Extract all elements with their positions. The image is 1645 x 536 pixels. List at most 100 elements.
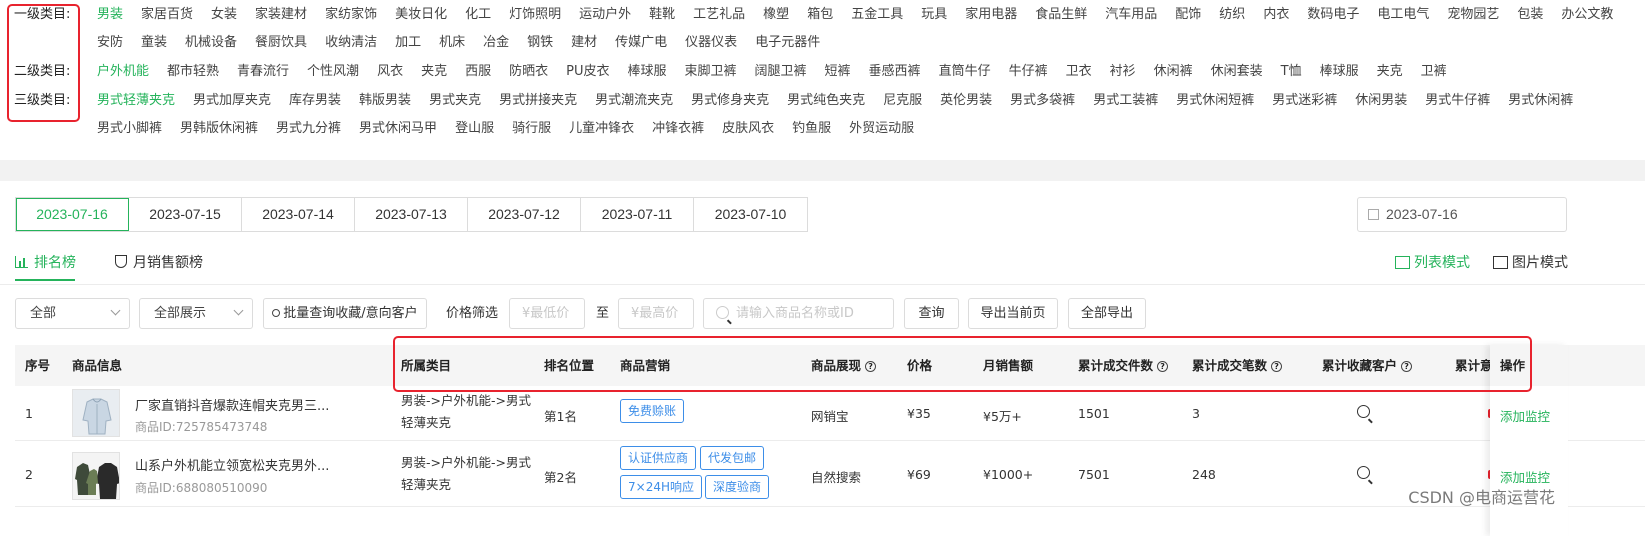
level3-category-item[interactable]: 冲锋衣裤 [652,115,704,143]
level1-category-item[interactable]: 食品生鲜 [1035,1,1087,29]
level1-category-item[interactable]: 电子元器件 [755,29,820,57]
product-name[interactable]: 厂家直销抖音爆款连帽夹克男三... [135,395,329,414]
batch-query-button[interactable]: 批量查询收藏/意向客户 [263,298,427,329]
level2-category-item[interactable]: 户外机能 [97,58,149,86]
level3-category-item[interactable]: 尼克服 [883,87,922,115]
level3-category-item[interactable]: 男式休闲裤 [1508,87,1573,115]
level3-category-item[interactable]: 英伦男装 [940,87,992,115]
tab-ranking[interactable]: 排名榜 [15,252,76,274]
level2-category-item[interactable]: T恤 [1281,58,1302,86]
level1-category-item[interactable]: 收纳清洁 [325,29,377,57]
tab-monthly-sales[interactable]: 月销售额榜 [115,252,203,274]
export-page-button[interactable]: 导出当前页 [968,298,1058,329]
level2-category-item[interactable]: 卫裤 [1421,58,1447,86]
level1-category-item[interactable]: 传媒广电 [615,29,667,57]
level1-category-item[interactable]: 女装 [211,1,237,29]
level1-category-item[interactable]: 玩具 [921,1,947,29]
level2-category-item[interactable]: 都市轻熟 [167,58,219,86]
level3-category-item[interactable]: 男式夹克 [429,87,481,115]
level3-category-item[interactable]: 男式小脚裤 [97,115,162,143]
level1-category-item[interactable]: 内衣 [1263,1,1289,29]
level1-category-item[interactable]: 机械设备 [185,29,237,57]
status-select[interactable]: 全部 [15,298,130,329]
level2-category-item[interactable]: 夹克 [1377,58,1403,86]
level3-category-item[interactable]: 男式休闲短裤 [1176,87,1254,115]
date-tab[interactable]: 2023-07-16 [16,198,129,231]
date-tab[interactable]: 2023-07-12 [468,198,581,231]
level1-category-item[interactable]: 化工 [465,1,491,29]
level1-category-item[interactable]: 汽车用品 [1105,1,1157,29]
level3-category-item[interactable]: 男式工装裤 [1093,87,1158,115]
level3-category-item[interactable]: 男式修身夹克 [691,87,769,115]
level3-category-item[interactable]: 韩版男装 [359,87,411,115]
level3-category-item[interactable]: 钓鱼服 [792,115,831,143]
date-tab[interactable]: 2023-07-14 [242,198,355,231]
level1-category-item[interactable]: 机床 [439,29,465,57]
date-tab[interactable]: 2023-07-11 [581,198,694,231]
level1-category-item[interactable]: 橡塑 [763,1,789,29]
picture-mode-button[interactable]: 图片模式 [1493,252,1568,274]
level2-category-item[interactable]: 青春流行 [237,58,289,86]
level3-category-item[interactable]: 皮肤风衣 [722,115,774,143]
level3-category-item[interactable]: 骑行服 [512,115,551,143]
level1-category-item[interactable]: 男装 [97,1,123,29]
level1-category-item[interactable]: 纺织 [1219,1,1245,29]
level2-category-item[interactable]: 风衣 [377,58,403,86]
level2-category-item[interactable]: 垂感西裤 [869,58,921,86]
level1-category-item[interactable]: 仪器仪表 [685,29,737,57]
level1-category-item[interactable]: 鞋靴 [649,1,675,29]
list-mode-button[interactable]: 列表模式 [1395,252,1470,274]
level2-category-item[interactable]: 个性风潮 [307,58,359,86]
level1-category-item[interactable]: 灯饰照明 [509,1,561,29]
level3-category-item[interactable]: 男式轻薄夹克 [97,87,175,115]
level1-category-item[interactable]: 工艺礼品 [693,1,745,29]
display-select[interactable]: 全部展示 [139,298,253,329]
level1-category-item[interactable]: 加工 [395,29,421,57]
query-button[interactable]: 查询 [904,298,959,329]
level1-category-item[interactable]: 配饰 [1175,1,1201,29]
level3-category-item[interactable]: 男式迷彩裤 [1272,87,1337,115]
level3-category-item[interactable]: 登山服 [455,115,494,143]
level2-category-item[interactable]: 束脚卫裤 [685,58,737,86]
level1-category-item[interactable]: 美妆日化 [395,1,447,29]
level2-category-item[interactable]: 棒球服 [627,58,666,86]
search-icon[interactable] [1357,405,1370,418]
level3-category-item[interactable]: 休闲男装 [1355,87,1407,115]
min-price-input[interactable]: ¥最低价 [509,298,585,329]
level1-category-item[interactable]: 餐厨饮具 [255,29,307,57]
date-tab[interactable]: 2023-07-10 [694,198,807,231]
level3-category-item[interactable]: 外贸运动服 [849,115,914,143]
add-monitor-link[interactable]: 添加监控 [1500,406,1550,425]
level3-category-item[interactable]: 男式休闲马甲 [359,115,437,143]
level1-category-item[interactable]: 家用电器 [965,1,1017,29]
level2-category-item[interactable]: 西服 [465,58,491,86]
product-thumbnail[interactable] [72,452,120,500]
search-icon[interactable] [1357,466,1370,479]
level1-category-item[interactable]: 建材 [571,29,597,57]
level3-category-item[interactable]: 男式牛仔裤 [1425,87,1490,115]
level3-category-item[interactable]: 男式拼接夹克 [499,87,577,115]
level1-category-item[interactable]: 家居百货 [141,1,193,29]
export-all-button[interactable]: 全部导出 [1068,298,1146,329]
product-name[interactable]: 山系户外机能立领宽松夹克男外... [135,455,329,474]
level2-category-item[interactable]: 牛仔裤 [1009,58,1048,86]
level1-category-item[interactable]: 运动户外 [579,1,631,29]
level3-category-item[interactable]: 男韩版休闲裤 [180,115,258,143]
level3-category-item[interactable]: 库存男装 [289,87,341,115]
level1-category-item[interactable]: 家纺家饰 [325,1,377,29]
level1-category-item[interactable]: 安防 [97,29,123,57]
level2-category-item[interactable]: 卫衣 [1066,58,1092,86]
date-tab[interactable]: 2023-07-15 [129,198,242,231]
level3-category-item[interactable]: 男式九分裤 [276,115,341,143]
level3-category-item[interactable]: 男式潮流夹克 [595,87,673,115]
level2-category-item[interactable]: 夹克 [421,58,447,86]
level2-category-item[interactable]: 短裤 [825,58,851,86]
level3-category-item[interactable]: 男式纯色夹克 [787,87,865,115]
level3-category-item[interactable]: 男式加厚夹克 [193,87,271,115]
date-tab[interactable]: 2023-07-13 [355,198,468,231]
level1-category-item[interactable]: 冶金 [483,29,509,57]
search-input[interactable]: 请输入商品名称或ID [703,298,894,329]
level1-category-item[interactable]: 宠物园艺 [1447,1,1499,29]
level1-category-item[interactable]: 童装 [141,29,167,57]
level1-category-item[interactable]: 电工电气 [1377,1,1429,29]
